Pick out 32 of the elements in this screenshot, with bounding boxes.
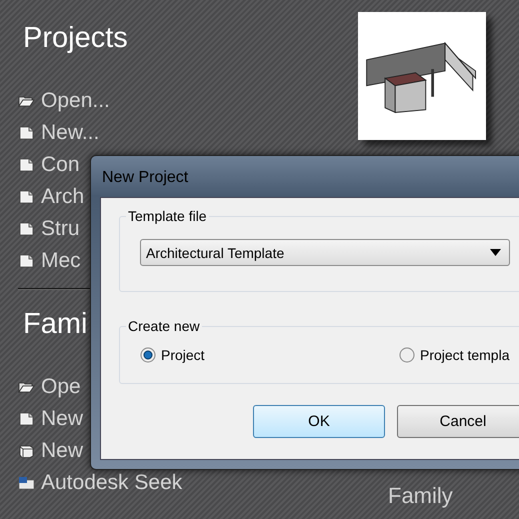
- project-link[interactable]: New...: [41, 120, 100, 146]
- radio-option[interactable]: Project: [140, 347, 399, 363]
- project-link[interactable]: Open...: [41, 88, 110, 114]
- project-link[interactable]: Stru: [41, 216, 80, 242]
- dialog-button[interactable]: OK: [253, 405, 385, 438]
- project-link[interactable]: Arch: [41, 184, 84, 210]
- group-label: Template file: [126, 208, 209, 224]
- page-icon: [18, 158, 35, 172]
- page-icon: [18, 126, 35, 140]
- radio-option[interactable]: Project templa: [399, 347, 510, 363]
- family-link[interactable]: Ope: [41, 374, 81, 400]
- page-icon: [18, 222, 35, 236]
- seek-icon: [18, 476, 35, 490]
- page-icon: [18, 254, 35, 268]
- dropdown-caret-icon: [490, 249, 501, 256]
- family-link[interactable]: New: [41, 438, 84, 464]
- folder-icon: [18, 380, 35, 394]
- section-title: Projects: [23, 21, 128, 56]
- project-link[interactable]: Con: [41, 152, 80, 178]
- cube-icon: [18, 444, 35, 458]
- family-caption: Family: [388, 483, 453, 509]
- group-label: Create new: [126, 318, 202, 334]
- page-icon: [18, 190, 35, 204]
- family-link[interactable]: New: [41, 406, 84, 432]
- dialog-title: New Project: [101, 168, 190, 188]
- section-title: Fami: [23, 307, 88, 342]
- dialog-button[interactable]: Cancel: [397, 405, 519, 438]
- folder-icon: [18, 94, 35, 108]
- page-icon: [18, 412, 35, 426]
- family-link[interactable]: Autodesk Seek: [41, 470, 182, 496]
- project-link[interactable]: Mec: [41, 248, 81, 274]
- template-dropdown[interactable]: Architectural Template: [140, 239, 510, 266]
